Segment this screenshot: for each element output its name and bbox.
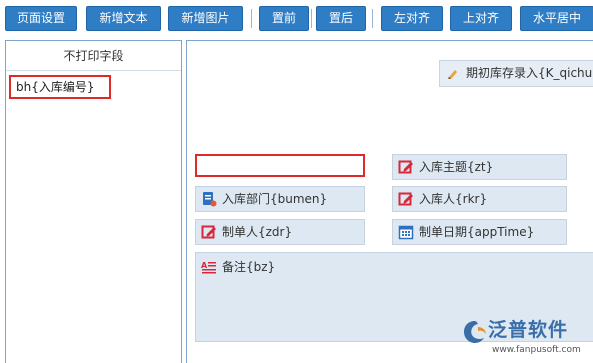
watermark-logo: 泛普软件 www.fanpusoft.com [462, 315, 593, 363]
panel-header: 不打印字段 [6, 41, 181, 71]
send-back-button[interactable]: 置后 [316, 6, 366, 31]
add-image-button[interactable]: 新增图片 [168, 6, 243, 31]
add-text-button[interactable]: 新增文本 [86, 6, 161, 31]
brand-url: www.fanpusoft.com [492, 345, 581, 355]
brand-name: 泛普软件 [488, 319, 569, 341]
logo-icon [464, 321, 486, 343]
toolbar-separator [251, 9, 252, 28]
calendar-icon [398, 224, 414, 240]
field-bumen[interactable]: 入库部门{bumen} [195, 186, 365, 212]
field-label: 入库部门{bumen} [222, 192, 328, 206]
field-rkr[interactable]: 入库人{rkr} [392, 186, 567, 212]
pencil-icon [445, 65, 461, 81]
field-apptime[interactable]: 制单日期{appTime} [392, 219, 567, 245]
non-print-fields-panel: 不打印字段 bh{入库编号} [5, 40, 182, 363]
field-zt[interactable]: 入库主题{zt} [392, 154, 567, 180]
align-top-button[interactable]: 上对齐 [450, 6, 512, 31]
toolbar: 页面设置 新增文本 新增图片 置前 置后 左对齐 上对齐 水平居中 [0, 0, 593, 36]
field-label: 入库人{rkr} [419, 192, 488, 206]
field-label: 备注{bz} [222, 260, 276, 274]
edit-icon [398, 191, 414, 207]
document-icon [201, 191, 217, 207]
field-label: 入库主题{zt} [419, 160, 494, 174]
edit-icon [201, 224, 217, 240]
bring-front-button[interactable]: 置前 [259, 6, 309, 31]
title-field[interactable]: 期初库存录入{K_qichu [439, 60, 593, 87]
align-left-button[interactable]: 左对齐 [381, 6, 443, 31]
selected-empty-field[interactable] [195, 154, 365, 177]
toolbar-separator [372, 9, 373, 28]
align-center-horizontal-button[interactable]: 水平居中 [520, 6, 593, 31]
edit-icon [398, 159, 414, 175]
field-item-bh[interactable]: bh{入库编号} [9, 75, 111, 99]
field-zdr[interactable]: 制单人{zdr} [195, 219, 365, 245]
page-settings-button[interactable]: 页面设置 [5, 6, 77, 31]
field-label: 期初库存录入{K_qichu [466, 66, 593, 80]
field-label: 制单人{zdr} [222, 225, 293, 239]
field-label: 制单日期{appTime} [419, 225, 535, 239]
textarea-icon: A [201, 259, 217, 275]
toolbar-separator [311, 9, 312, 28]
svg-text:A: A [201, 261, 208, 270]
